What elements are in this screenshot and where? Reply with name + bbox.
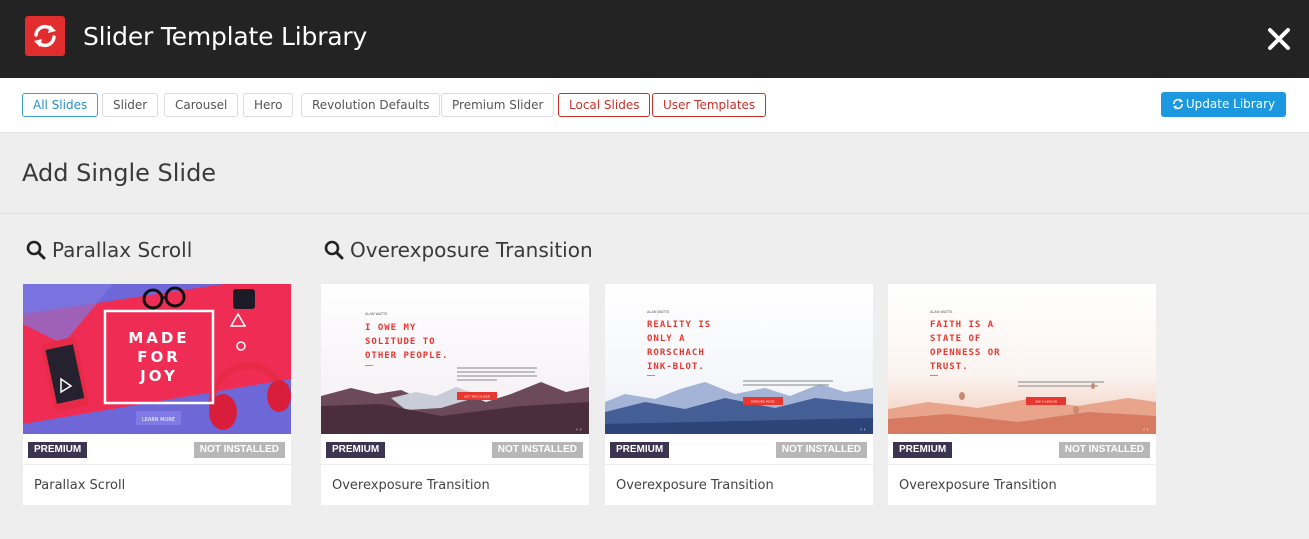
not-installed-badge: NOT INSTALLED: [193, 442, 285, 458]
search-icon: [324, 240, 344, 260]
thumb-headline-line: JOY: [139, 367, 178, 385]
group-title-label: Parallax Scroll: [52, 238, 193, 262]
filter-revolution-defaults[interactable]: Revolution Defaults: [301, 93, 441, 117]
section-divider: [0, 213, 1309, 214]
filter-hero[interactable]: Hero: [243, 93, 294, 117]
section-title: Add Single Slide: [22, 159, 217, 187]
not-installed-badge: NOT INSTALLED: [775, 442, 867, 458]
filter-premium-slider[interactable]: Premium Slider: [441, 93, 555, 117]
card-divider: [23, 464, 291, 465]
thumb-author: ALAN WATTS: [365, 312, 388, 316]
thumb-headline-line: OTHER PEOPLE.: [365, 351, 448, 361]
group-title-parallax-scroll[interactable]: Parallax Scroll: [26, 238, 192, 262]
template-thumbnail[interactable]: ALAN WATTS FAITH IS A STATE OF OPENNESS …: [888, 284, 1156, 434]
thumb-headline-line: REALITY IS: [647, 320, 711, 330]
header-bar: Slider Template Library: [0, 0, 1309, 78]
close-icon[interactable]: [1265, 25, 1293, 53]
thumb-headline-line: RORSCHACH: [647, 348, 705, 358]
thumb-headline-line: TRUST.: [930, 362, 969, 372]
template-thumbnail[interactable]: MADE FOR JOY LEARN MORE: [23, 284, 291, 434]
thumb-nav-arrows: ‹ ›: [1143, 427, 1149, 433]
thumb-nav-arrows: ‹ ›: [860, 427, 866, 433]
thumb-headline-line: SOLITUDE TO: [365, 337, 436, 347]
search-icon: [26, 240, 46, 260]
thumb-nav-arrows: ‹ ›: [576, 427, 582, 433]
thumb-button: GET THIS SLIDER: [464, 395, 490, 399]
premium-badge: PREMIUM: [28, 442, 88, 458]
card-title: Parallax Scroll: [34, 478, 126, 493]
template-thumbnail[interactable]: ALAN WATTS REALITY IS ONLY A RORSCHACH I…: [605, 284, 873, 434]
library-title: Slider Template Library: [83, 22, 368, 51]
premium-badge: PREMIUM: [326, 442, 386, 458]
premium-badge: PREMIUM: [610, 442, 670, 458]
update-library-label: Update Library: [1185, 97, 1276, 111]
thumb-headline-line: OPENNESS OR: [930, 348, 1001, 358]
card-title: Overexposure Transition: [332, 478, 490, 493]
card-divider: [605, 464, 873, 465]
thumb-headline-line: ONLY A: [647, 334, 686, 344]
card-divider: [888, 464, 1156, 465]
update-library-button[interactable]: Update Library: [1161, 92, 1286, 117]
thumb-headline-line: FAITH IS A: [930, 320, 994, 330]
thumb-headline-line: FOR: [137, 348, 181, 366]
template-card-parallax-scroll[interactable]: MADE FOR JOY LEARN MORE PREMIUM NOT INST…: [23, 284, 291, 505]
card-divider: [321, 464, 589, 465]
thumb-button: LEARN MORE: [142, 417, 175, 423]
template-thumbnail[interactable]: ALAN WATTS I OWE MY SOLITUDE TO OTHER PE…: [321, 284, 589, 434]
thumb-author: ALAN WATTS: [647, 310, 670, 314]
group-title-label: Overexposure Transition: [350, 238, 593, 262]
filter-local-slides[interactable]: Local Slides: [558, 93, 651, 117]
thumb-headline-line: STATE OF: [930, 334, 981, 344]
thumb-headline-line: MADE: [128, 329, 189, 347]
not-installed-badge: NOT INSTALLED: [1058, 442, 1150, 458]
template-card-overexposure-3[interactable]: ALAN WATTS FAITH IS A STATE OF OPENNESS …: [888, 284, 1156, 505]
template-card-overexposure-1[interactable]: ALAN WATTS I OWE MY SOLITUDE TO OTHER PE…: [321, 284, 589, 505]
group-title-overexposure-transition[interactable]: Overexposure Transition: [324, 238, 593, 262]
thumb-button: EXPLORE MORE: [751, 400, 775, 404]
filter-slider[interactable]: Slider: [102, 93, 159, 117]
card-title: Overexposure Transition: [616, 478, 774, 493]
filter-carousel[interactable]: Carousel: [164, 93, 239, 117]
thumb-button: ASK A LESSON: [1035, 400, 1057, 404]
template-card-overexposure-2[interactable]: ALAN WATTS REALITY IS ONLY A RORSCHACH I…: [605, 284, 873, 505]
premium-badge: PREMIUM: [893, 442, 953, 458]
card-title: Overexposure Transition: [899, 478, 1057, 493]
not-installed-badge: NOT INSTALLED: [491, 442, 583, 458]
thumb-headline-line: I OWE MY: [365, 323, 416, 333]
revolution-refresh-icon: [25, 16, 65, 56]
filter-user-templates[interactable]: User Templates: [652, 93, 767, 117]
refresh-icon: [1172, 98, 1183, 110]
thumb-headline-line: INK-BLOT.: [647, 362, 705, 372]
filter-all-slides[interactable]: All Slides: [22, 93, 99, 117]
filter-toolbar: All Slides Slider Carousel Hero Revoluti…: [0, 78, 1309, 133]
thumb-author: ALAN WATTS: [930, 310, 953, 314]
